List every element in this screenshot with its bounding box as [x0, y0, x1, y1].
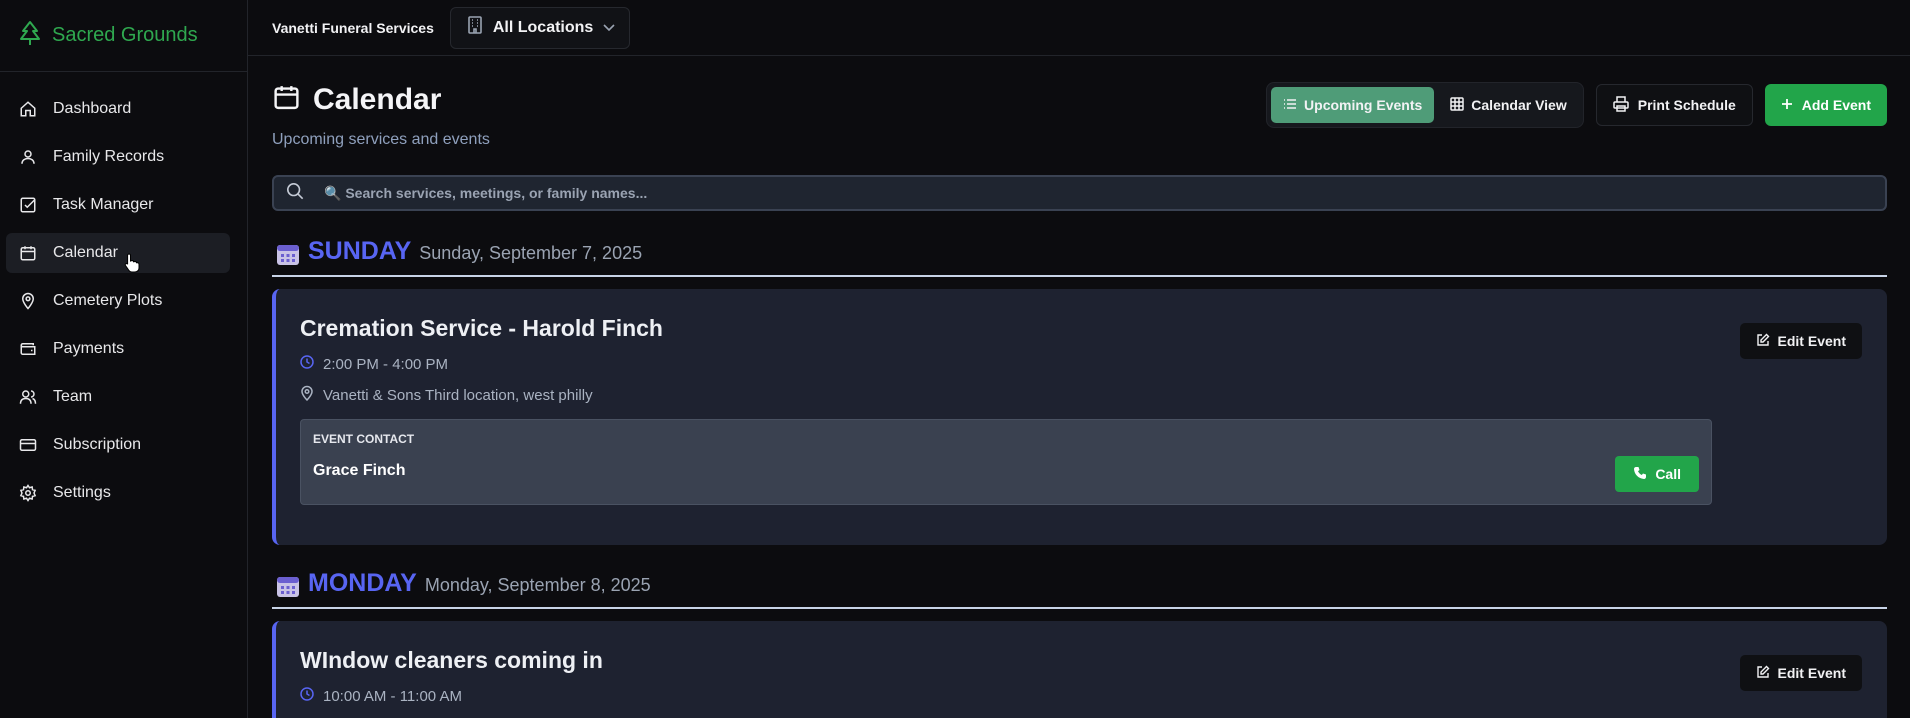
brand[interactable]: Sacred Grounds [0, 0, 247, 72]
printer-icon [1612, 95, 1629, 115]
sidebar-item-label: Subscription [53, 436, 142, 453]
org-name: Vanetti Funeral Services [272, 19, 434, 36]
sidebar-nav: Dashboard Family Records Task Manager Ca… [0, 72, 247, 513]
sidebar-item-cemetery-plots[interactable]: Cemetery Plots [6, 281, 230, 321]
phone-icon [1633, 466, 1647, 483]
event-contact-label: EVENT CONTACT [313, 432, 415, 446]
event-location: Vanetti & Sons Third location, west phil… [300, 385, 1863, 405]
print-schedule-button[interactable]: Print Schedule [1595, 84, 1753, 126]
day-date: Sunday, September 7, 2025 [419, 243, 643, 263]
clock-icon [300, 355, 314, 373]
brand-name: Sacred Grounds [52, 24, 198, 46]
sidebar-item-label: Dashboard [53, 100, 132, 117]
grid-icon [1450, 96, 1465, 114]
upcoming-events-label: Upcoming Events [1304, 97, 1423, 113]
plus-icon [1781, 97, 1793, 113]
edit-event-button[interactable]: Edit Event [1739, 655, 1862, 691]
sidebar-item-calendar[interactable]: Calendar [6, 233, 230, 273]
edit-event-label: Edit Event [1777, 333, 1846, 349]
event-contact-name: Grace Finch [313, 462, 406, 479]
sidebar-item-label: Family Records [53, 148, 165, 165]
event-card: WIndow cleaners coming in 10:00 AM - 11:… [272, 621, 1887, 718]
sidebar: Sacred Grounds Dashboard Family Records … [0, 0, 248, 718]
event-location-text: Vanetti & Sons Third location, west phil… [323, 386, 593, 404]
users-icon [18, 387, 38, 407]
call-button[interactable]: Call [1615, 456, 1699, 492]
sidebar-item-task-manager[interactable]: Task Manager [6, 185, 230, 225]
page-title: Calendar [313, 82, 442, 116]
event-contact-box: EVENT CONTACT Grace Finch Call [300, 419, 1712, 505]
sidebar-item-subscription[interactable]: Subscription [6, 425, 230, 465]
main-content: Vanetti Funeral Services All Locations C… [248, 0, 1910, 718]
edit-icon [1756, 333, 1770, 350]
event-time: 2:00 PM - 4:00 PM [300, 355, 1863, 373]
search-input[interactable]: 🔍 Search services, meetings, or family n… [272, 175, 1887, 211]
page-header: Calendar Upcoming services and events Up… [272, 56, 1887, 149]
sidebar-item-label: Team [53, 388, 93, 405]
add-event-label: Add Event [1801, 97, 1871, 113]
sidebar-item-label: Payments [53, 340, 125, 357]
checkbox-icon [18, 195, 38, 215]
credit-card-icon [18, 435, 38, 455]
list-icon [1283, 97, 1297, 113]
wallet-icon [18, 339, 38, 359]
day-name: MONDAY [308, 569, 417, 597]
chevron-down-icon [603, 19, 615, 37]
clock-icon [300, 687, 314, 705]
event-card: Cremation Service - Harold Finch 2:00 PM… [272, 289, 1887, 545]
topbar: Vanetti Funeral Services All Locations [248, 0, 1910, 56]
search-placeholder: 🔍 Search services, meetings, or family n… [324, 184, 648, 201]
upcoming-events-toggle[interactable]: Upcoming Events [1271, 87, 1435, 123]
user-icon [18, 147, 38, 167]
print-schedule-label: Print Schedule [1637, 97, 1736, 113]
event-time: 10:00 AM - 11:00 AM [300, 687, 1863, 705]
day-header: SUNDAY Sunday, September 7, 2025 [272, 237, 1887, 277]
sidebar-item-label: Cemetery Plots [53, 292, 163, 309]
sidebar-item-dashboard[interactable]: Dashboard [6, 89, 230, 129]
add-event-button[interactable]: Add Event [1764, 84, 1887, 126]
event-time-text: 10:00 AM - 11:00 AM [323, 687, 462, 705]
edit-icon [1756, 665, 1770, 682]
day-name: SUNDAY [308, 237, 412, 265]
event-title: WIndow cleaners coming in [300, 647, 603, 673]
sidebar-item-label: Task Manager [53, 196, 154, 213]
sidebar-item-payments[interactable]: Payments [6, 329, 230, 369]
view-toggle: Upcoming Events Calendar View [1266, 82, 1584, 128]
sidebar-item-settings[interactable]: Settings [6, 473, 230, 513]
calendar-emoji-icon [276, 574, 300, 603]
calendar-emoji-icon [276, 242, 300, 271]
location-select[interactable]: All Locations [449, 6, 631, 49]
sidebar-item-family-records[interactable]: Family Records [6, 137, 230, 177]
location-select-value: All Locations [492, 18, 594, 36]
call-label: Call [1655, 466, 1681, 482]
hand-cursor-icon [124, 253, 140, 278]
calendar-view-toggle[interactable]: Calendar View [1438, 87, 1578, 123]
search-icon [286, 182, 304, 205]
sidebar-item-team[interactable]: Team [6, 377, 230, 417]
sidebar-item-label: Calendar [53, 244, 118, 261]
event-title: Cremation Service - Harold Finch [300, 315, 663, 341]
event-time-text: 2:00 PM - 4:00 PM [323, 355, 449, 373]
edit-event-button[interactable]: Edit Event [1739, 323, 1862, 359]
building-icon [467, 16, 483, 39]
gear-icon [18, 483, 38, 503]
sidebar-item-label: Settings [53, 484, 111, 501]
calendar-icon [18, 243, 38, 263]
day-header: MONDAY Monday, September 8, 2025 [272, 569, 1887, 609]
page-subtitle: Upcoming services and events [272, 131, 490, 148]
edit-event-label: Edit Event [1777, 665, 1846, 681]
page-actions: Upcoming Events Calendar View Print Sche… [1266, 82, 1887, 128]
calendar-view-label: Calendar View [1471, 97, 1567, 113]
day-date: Monday, September 8, 2025 [424, 575, 651, 595]
map-pin-icon [18, 291, 38, 311]
tree-icon [18, 20, 42, 51]
calendar-title-icon [272, 82, 301, 117]
home-icon [18, 99, 38, 119]
map-pin-icon [300, 385, 314, 405]
